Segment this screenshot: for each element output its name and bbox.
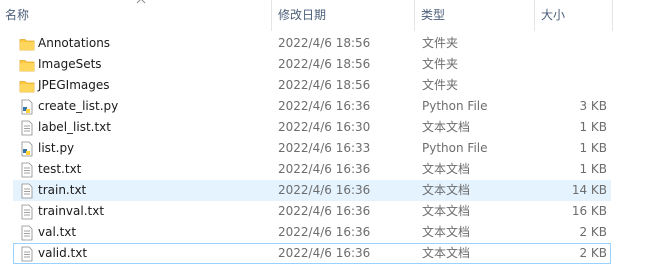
file-name: Annotations — [38, 36, 111, 50]
file-size: 3 KB — [579, 99, 607, 113]
file-type: 文件夹 — [422, 57, 459, 71]
file-type: 文件夹 — [422, 36, 459, 50]
file-name: train.txt — [38, 183, 87, 197]
file-row[interactable]: train.txt 2022/4/6 16:36 文本文档 14 KB — [13, 180, 611, 201]
file-type: 文本文档 — [422, 225, 471, 239]
text-file-icon — [19, 120, 35, 136]
file-name: create_list.py — [38, 99, 119, 113]
file-row[interactable]: create_list.py 2022/4/6 16:36 Python File 3… — [13, 96, 611, 117]
file-date-modified: 2022/4/6 16:36 — [278, 225, 371, 239]
file-type: Python File — [422, 99, 488, 113]
file-type: 文本文档 — [422, 120, 471, 134]
column-divider[interactable] — [414, 0, 415, 31]
file-name: JPEGImages — [38, 78, 110, 92]
file-type: 文本文档 — [422, 246, 471, 260]
file-name: trainval.txt — [38, 204, 105, 218]
file-type: 文本文档 — [422, 183, 471, 197]
file-row[interactable]: valid.txt 2022/4/6 16:36 文本文档 2 KB — [13, 243, 611, 264]
text-file-icon — [19, 162, 35, 178]
file-size: 2 KB — [579, 246, 607, 260]
file-row[interactable]: JPEGImages 2022/4/6 18:56 文件夹 — [13, 75, 611, 96]
folder-icon — [19, 36, 35, 52]
text-file-icon — [19, 183, 35, 199]
file-row[interactable]: list.py 2022/4/6 16:33 Python File 1 KB — [13, 138, 611, 159]
file-name: val.txt — [38, 225, 77, 239]
file-size: 1 KB — [579, 162, 607, 176]
file-row[interactable]: val.txt 2022/4/6 16:36 文本文档 2 KB — [13, 222, 611, 243]
file-type: 文本文档 — [422, 204, 471, 218]
file-row[interactable]: ImageSets 2022/4/6 18:56 文件夹 — [13, 54, 611, 75]
file-date-modified: 2022/4/6 16:30 — [278, 120, 371, 134]
file-row[interactable]: trainval.txt 2022/4/6 16:36 文本文档 16 KB — [13, 201, 611, 222]
file-name: test.txt — [38, 162, 82, 176]
file-name: valid.txt — [38, 246, 88, 260]
file-date-modified: 2022/4/6 16:36 — [278, 183, 371, 197]
file-name: ImageSets — [38, 57, 102, 71]
column-header-name[interactable]: 名称 — [0, 0, 271, 31]
file-type: 文本文档 — [422, 162, 471, 176]
file-date-modified: 2022/4/6 18:56 — [278, 36, 371, 50]
file-row[interactable]: Annotations 2022/4/6 18:56 文件夹 — [13, 33, 611, 54]
file-date-modified: 2022/4/6 16:36 — [278, 99, 371, 113]
text-file-icon — [19, 204, 35, 220]
text-file-icon — [19, 225, 35, 241]
file-row[interactable]: test.txt 2022/4/6 16:36 文本文档 1 KB — [13, 159, 611, 180]
column-header-type[interactable]: 类型 — [416, 0, 534, 31]
file-size: 2 KB — [579, 225, 607, 239]
file-date-modified: 2022/4/6 18:56 — [278, 78, 371, 92]
folder-icon — [19, 78, 35, 94]
column-header-bar: 名称 修改日期 类型 大小 — [0, 0, 645, 31]
file-name: label_list.txt — [38, 120, 111, 134]
file-row[interactable]: label_list.txt 2022/4/6 16:30 文本文档 1 KB — [13, 117, 611, 138]
file-type: 文件夹 — [422, 78, 459, 92]
file-date-modified: 2022/4/6 16:33 — [278, 141, 371, 155]
column-header-date[interactable]: 修改日期 — [273, 0, 414, 31]
file-type: Python File — [422, 141, 488, 155]
python-file-icon — [19, 99, 35, 115]
python-file-icon — [19, 141, 35, 157]
file-size: 1 KB — [579, 141, 607, 155]
file-date-modified: 2022/4/6 16:36 — [278, 204, 371, 218]
file-size: 14 KB — [571, 183, 607, 197]
file-date-modified: 2022/4/6 18:56 — [278, 57, 371, 71]
file-size: 16 KB — [571, 204, 607, 218]
file-size: 1 KB — [579, 120, 607, 134]
column-header-size[interactable]: 大小 — [536, 0, 612, 31]
column-divider[interactable] — [612, 0, 613, 31]
folder-icon — [19, 57, 35, 73]
text-file-icon — [19, 246, 35, 262]
column-divider[interactable] — [534, 0, 535, 31]
file-date-modified: 2022/4/6 16:36 — [278, 162, 371, 176]
file-name: list.py — [38, 141, 75, 155]
file-date-modified: 2022/4/6 16:36 — [278, 246, 371, 260]
column-divider[interactable] — [271, 0, 272, 31]
